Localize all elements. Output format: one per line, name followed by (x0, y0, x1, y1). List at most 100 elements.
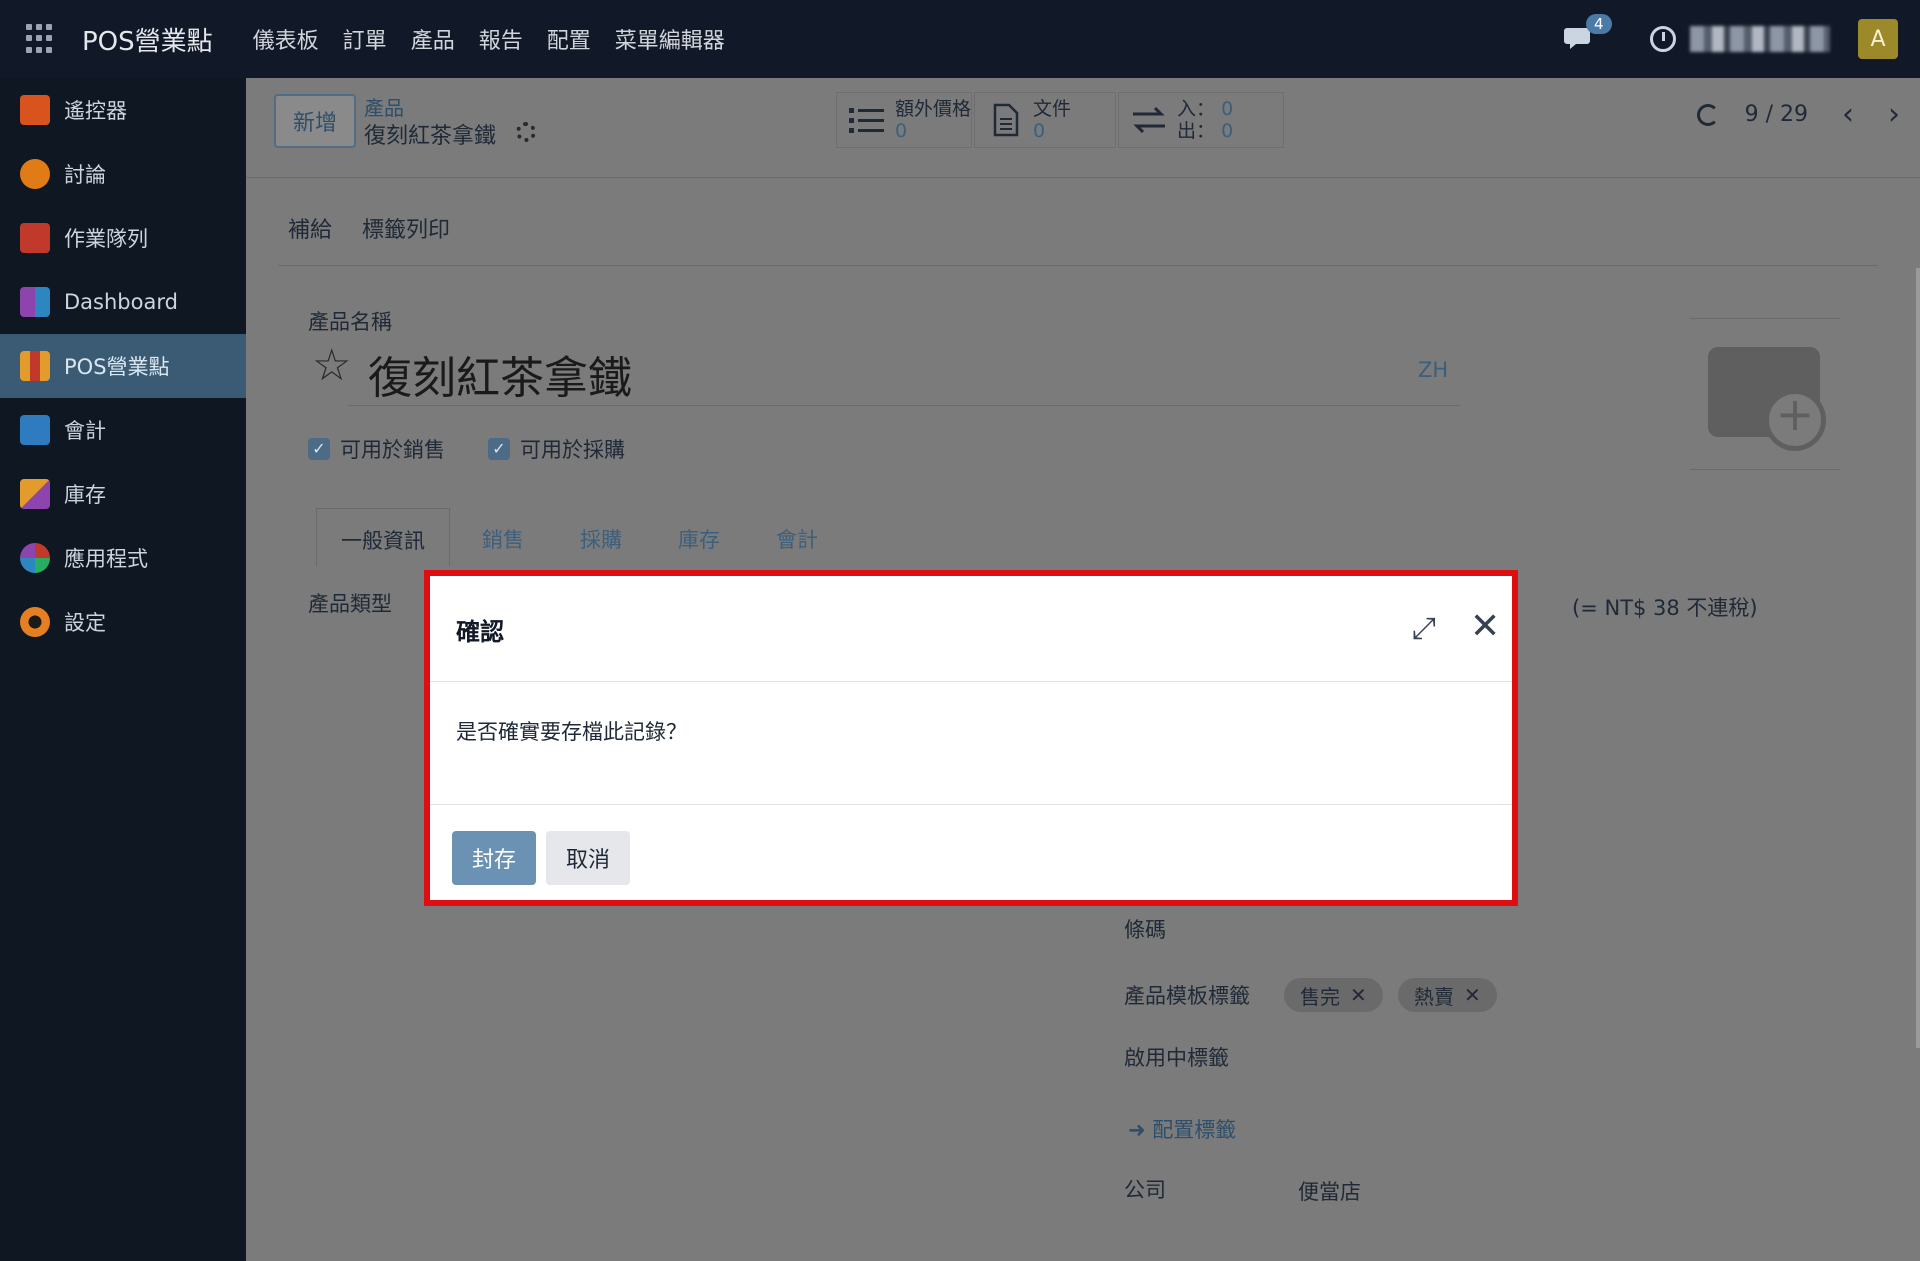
sidebar-item-label: 設定 (64, 611, 106, 635)
stat-documents-button[interactable]: 文件 0 (974, 92, 1116, 148)
stat-moves-button[interactable]: 入： 0 出： 0 (1118, 92, 1284, 148)
purchase-ok-label: 可用於採購 (520, 438, 625, 462)
stat-moves-out: 出： 0 (1177, 120, 1234, 142)
stat-moves-in: 入： 0 (1177, 98, 1234, 120)
apps-icon (20, 543, 50, 573)
product-name-label: 產品名稱 (308, 310, 392, 334)
stat-value: 0 (1033, 120, 1046, 142)
menu-dashboard[interactable]: 儀表板 (253, 23, 319, 55)
sidebar-item-label: 遙控器 (64, 99, 127, 123)
confirm-dialog: 確認 ⤢ ✕ 是否確實要存檔此記錄？ 封存 取消 (424, 570, 1518, 906)
inventory-icon (20, 479, 50, 509)
control-panel: 新增 產品 復刻紅茶拿鐵 額外價格 0 文件 0 入： 0 出： 0 9 / 2… (246, 78, 1920, 178)
settings-icon (20, 607, 50, 637)
dialog-footer: 封存 取消 (430, 804, 1512, 900)
template-tags-label: 產品模板標籤 (1124, 984, 1250, 1008)
sidebar-item-accounting[interactable]: 會計 (0, 398, 246, 462)
top-navbar: POS營業點 儀表板 訂單 產品 報告 配置 菜單編輯器 4 A (0, 0, 1920, 78)
accounting-icon (20, 415, 50, 445)
stat-extra-price-button[interactable]: 額外價格 0 (836, 92, 972, 148)
stat-label: 文件 (1033, 98, 1072, 120)
app-brand[interactable]: POS營業點 (82, 21, 213, 58)
tag-hot-sale: 熱賣 ✕ (1398, 978, 1497, 1012)
sidebar-item-label: POS營業點 (64, 355, 170, 379)
navbar-systray: 4 A (1564, 0, 1920, 78)
list-icon (847, 103, 887, 137)
menu-reports[interactable]: 報告 (479, 23, 523, 55)
main-menu: 儀表板 訂單 產品 報告 配置 菜單編輯器 (229, 23, 725, 55)
chat-count-badge: 4 (1586, 14, 1612, 34)
activity-clock-icon[interactable] (1650, 26, 1676, 52)
pager: 9 / 29 ‹ › (1696, 99, 1900, 129)
tab-purchase[interactable]: 採購 (556, 508, 646, 566)
sidebar-item-label: 會計 (64, 419, 106, 443)
app-grid-icon[interactable] (26, 24, 56, 54)
menu-orders[interactable]: 訂單 (343, 23, 387, 55)
form-tabs: 一般資訊 銷售 採購 庫存 會計 (316, 508, 850, 566)
exchange-arrows-icon (1129, 103, 1169, 137)
chevron-right-icon[interactable]: › (1888, 99, 1900, 129)
cancel-button[interactable]: 取消 (546, 831, 630, 885)
scrollbar[interactable] (1916, 268, 1920, 1048)
sidebar-item-discuss[interactable]: 討論 (0, 142, 246, 206)
refresh-icon[interactable] (1696, 103, 1719, 126)
product-name-field[interactable]: 復刻紅茶拿鐵 (348, 338, 1460, 406)
sidebar-item-inventory[interactable]: 庫存 (0, 462, 246, 526)
sale-ok-label: 可用於銷售 (340, 438, 445, 462)
menu-products[interactable]: 產品 (411, 23, 455, 55)
sidebar-item-remote[interactable]: 遙控器 (0, 78, 246, 142)
chat-icon[interactable]: 4 (1564, 14, 1612, 54)
discuss-icon (20, 159, 50, 189)
sidebar-item-settings[interactable]: 設定 (0, 590, 246, 654)
sidebar-item-job-queue[interactable]: 作業隊列 (0, 206, 246, 270)
pager-value[interactable]: 9 / 29 (1745, 102, 1808, 127)
apps-sidebar: 遙控器 討論 作業隊列 Dashboard POS營業點 會計 庫存 應用程式 … (0, 78, 246, 1261)
language-toggle[interactable]: ZH (1418, 358, 1448, 382)
replenish-button[interactable]: 補給 (288, 212, 332, 244)
gear-icon[interactable] (516, 122, 536, 142)
expand-icon[interactable]: ⤢ (1412, 614, 1442, 644)
barcode-label: 條碼 (1124, 918, 1166, 942)
pos-icon (20, 351, 50, 381)
stat-value: 0 (895, 120, 908, 142)
menu-configuration[interactable]: 配置 (547, 23, 591, 55)
dashboard-icon (20, 287, 50, 317)
company-name-blurred[interactable] (1690, 26, 1830, 52)
tab-inventory[interactable]: 庫存 (654, 508, 744, 566)
tab-general-info[interactable]: 一般資訊 (316, 508, 450, 566)
job-queue-icon (20, 223, 50, 253)
tab-accounting[interactable]: 會計 (752, 508, 842, 566)
active-tags-label: 啟用中標籤 (1124, 1046, 1229, 1070)
user-avatar[interactable]: A (1858, 19, 1898, 59)
remove-tag-icon[interactable]: ✕ (1464, 983, 1481, 1007)
stat-label: 額外價格 (895, 98, 972, 120)
remove-tag-icon[interactable]: ✕ (1350, 983, 1367, 1007)
sidebar-item-dashboard[interactable]: Dashboard (0, 270, 246, 334)
dialog-header: 確認 ⤢ ✕ (430, 576, 1512, 682)
sidebar-item-apps[interactable]: 應用程式 (0, 526, 246, 590)
camera-plus-icon (1708, 347, 1826, 451)
tag-sold-out: 售完 ✕ (1284, 978, 1383, 1012)
sidebar-item-label: 庫存 (64, 483, 106, 507)
sale-ok-checkbox[interactable]: ✓ (308, 438, 330, 460)
dialog-title: 確認 (456, 618, 504, 646)
menu-menu-editor[interactable]: 菜單編輯器 (615, 23, 725, 55)
star-icon[interactable]: ☆ (312, 340, 351, 391)
tab-sales[interactable]: 銷售 (458, 508, 548, 566)
document-icon (985, 103, 1025, 137)
archive-button[interactable]: 封存 (452, 831, 536, 885)
breadcrumb-parent[interactable]: 產品 (364, 92, 404, 121)
sidebar-item-label: 應用程式 (64, 547, 148, 571)
product-image[interactable] (1690, 318, 1840, 470)
new-button[interactable]: 新增 (274, 94, 356, 148)
close-icon[interactable]: ✕ (1470, 609, 1504, 645)
company-label: 公司 (1124, 1178, 1166, 1202)
form-action-bar: 補給 標籤列印 (278, 196, 1878, 266)
sidebar-item-pos[interactable]: POS營業點 (0, 334, 246, 398)
print-labels-button[interactable]: 標籤列印 (362, 212, 450, 244)
chevron-left-icon[interactable]: ‹ (1842, 99, 1854, 129)
configure-tags-link[interactable]: ➜ 配置標籤 (1128, 1114, 1236, 1144)
product-name-value: 復刻紅茶拿鐵 (368, 353, 632, 404)
company-value[interactable]: 便當店 (1298, 1176, 1361, 1206)
purchase-ok-checkbox[interactable]: ✓ (488, 438, 510, 460)
